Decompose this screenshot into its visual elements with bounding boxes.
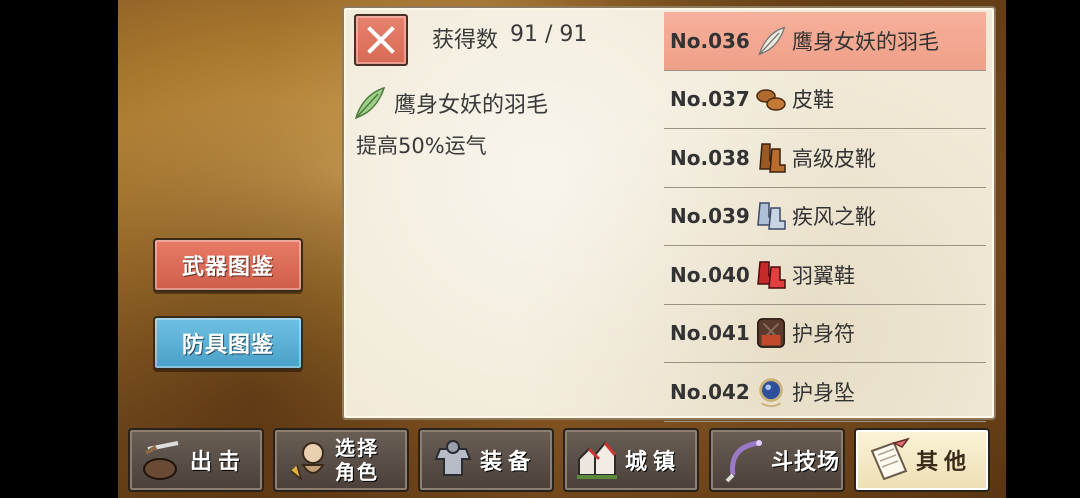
list-item[interactable]: No.039 疾风之靴 [664,188,986,246]
arena-icon [717,433,771,487]
leather-boots-icon [754,141,788,175]
item-number: No.036 [670,28,750,53]
weapon-catalog-button[interactable]: 武器图鉴 [153,238,303,292]
detail-item: 鹰身女妖的羽毛 [350,84,548,122]
list-item[interactable]: No.042 护身坠 [664,363,986,422]
list-item[interactable]: No.038 高级皮靴 [664,129,986,188]
item-name: 羽翼鞋 [792,263,855,288]
detail-description: 提高50%运气 [356,134,487,158]
nav-town-button[interactable]: 城镇 [563,428,699,492]
nav-label: 出击 [190,450,247,475]
amulet-icon [754,316,788,350]
count-value: 91 / 91 [510,22,588,47]
nav-label-line1: 选择 [335,436,379,460]
item-name: 鹰身女妖的羽毛 [792,29,939,54]
nav-other-button[interactable]: 其他 [854,428,990,492]
list-item[interactable]: No.036 鹰身女妖的羽毛 [664,12,986,71]
list-item[interactable]: No.040 羽翼鞋 [664,246,986,305]
nav-label: 斗技场 [771,450,841,475]
item-number: No.040 [670,262,750,287]
item-number: No.038 [670,145,750,170]
pendant-icon [754,375,788,409]
sortie-icon [136,433,190,487]
nav-label: 装备 [480,450,537,475]
armor-icon [426,433,480,487]
scroll-icon [862,433,916,487]
count-label: 获得数 [432,28,499,53]
detail-item-name: 鹰身女妖的羽毛 [394,93,549,118]
bottom-nav: 出击 选择 角色 装备 城镇 斗技场 其他 [128,428,990,494]
character-icon [281,433,335,487]
item-name: 护身坠 [792,380,855,405]
nav-sortie-button[interactable]: 出击 [128,428,264,492]
town-icon [571,433,625,487]
item-number: No.041 [670,321,750,346]
obtained-count: 获得数 91 / 91 [432,22,587,54]
nav-arena-button[interactable]: 斗技场 [709,428,845,492]
leather-shoes-icon [754,82,788,116]
item-number: No.039 [670,204,750,229]
nav-label: 其他 [916,450,973,475]
item-name: 疾风之靴 [792,205,876,230]
feather-icon [754,24,788,58]
nav-label-line2: 角色 [335,460,379,484]
nav-equipment-button[interactable]: 装备 [418,428,554,492]
item-name: 高级皮靴 [792,146,876,171]
feather-icon [354,86,386,120]
armor-catalog-button[interactable]: 防具图鉴 [153,316,303,370]
wing-shoes-icon [754,258,788,292]
item-name: 皮鞋 [792,88,834,113]
nav-character-button[interactable]: 选择 角色 [273,428,409,492]
item-number: No.042 [670,379,750,404]
item-number: No.037 [670,87,750,112]
close-icon [367,26,395,54]
item-name: 护身符 [792,322,855,347]
list-item[interactable]: No.037 皮鞋 [664,71,986,129]
list-item[interactable]: No.041 护身符 [664,305,986,363]
item-list: No.036 鹰身女妖的羽毛 No.037 皮鞋 No.038 高级皮靴 No.… [664,12,986,422]
wind-boots-icon [754,199,788,233]
nav-label: 城镇 [625,450,682,475]
nav-label: 选择 角色 [335,436,379,484]
close-button[interactable] [354,14,408,66]
